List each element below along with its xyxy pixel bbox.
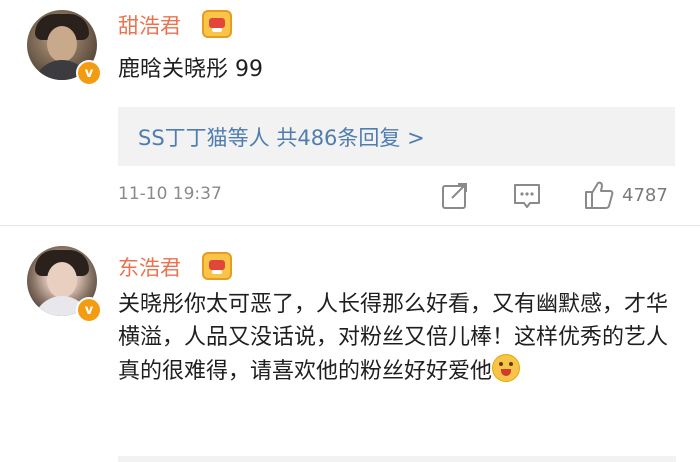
smiling-face-emoji-icon xyxy=(492,354,521,382)
username[interactable]: 甜浩君 xyxy=(118,10,181,40)
comment-text: 关晓彤你太可恶了，人长得那么好看，又有幽默感，才华横溢，人品又没话说，对粉丝又倍… xyxy=(118,288,676,388)
reply-summary-link[interactable]: SS丁丁猫等人 共486条回复 > xyxy=(138,122,425,152)
comment-actions: 4787 xyxy=(0,178,700,214)
avatar-face xyxy=(47,262,77,298)
share-icon[interactable] xyxy=(438,178,472,212)
comment-text: 鹿晗关晓彤 99 xyxy=(118,57,263,82)
avatar-face xyxy=(47,26,77,62)
username[interactable]: 东浩君 xyxy=(118,252,181,282)
thumbs-up-icon[interactable] xyxy=(582,178,616,212)
verified-badge-icon: v xyxy=(76,297,102,323)
comment-item: v 甜浩君 鹿晗关晓彤 99 SS丁丁猫等人 共486条回复 > 11-10 1… xyxy=(0,0,700,225)
vip-crown-icon xyxy=(202,10,232,38)
reply-box-edge xyxy=(118,456,676,462)
like-count: 4787 xyxy=(622,185,668,206)
comment-item: v 东浩君 关晓彤你太可恶了，人长得那么好看，又有幽默感，才华横溢，人品又没话说… xyxy=(0,226,700,462)
verified-badge-icon: v xyxy=(76,60,102,86)
comment-text-content: 关晓彤你太可恶了，人长得那么好看，又有幽默感，才华横溢，人品又没话说，对粉丝又倍… xyxy=(118,292,669,384)
reply-summary-box[interactable]: SS丁丁猫等人 共486条回复 > xyxy=(118,107,675,166)
comment-icon[interactable] xyxy=(510,178,544,212)
vip-crown-icon xyxy=(202,252,232,280)
